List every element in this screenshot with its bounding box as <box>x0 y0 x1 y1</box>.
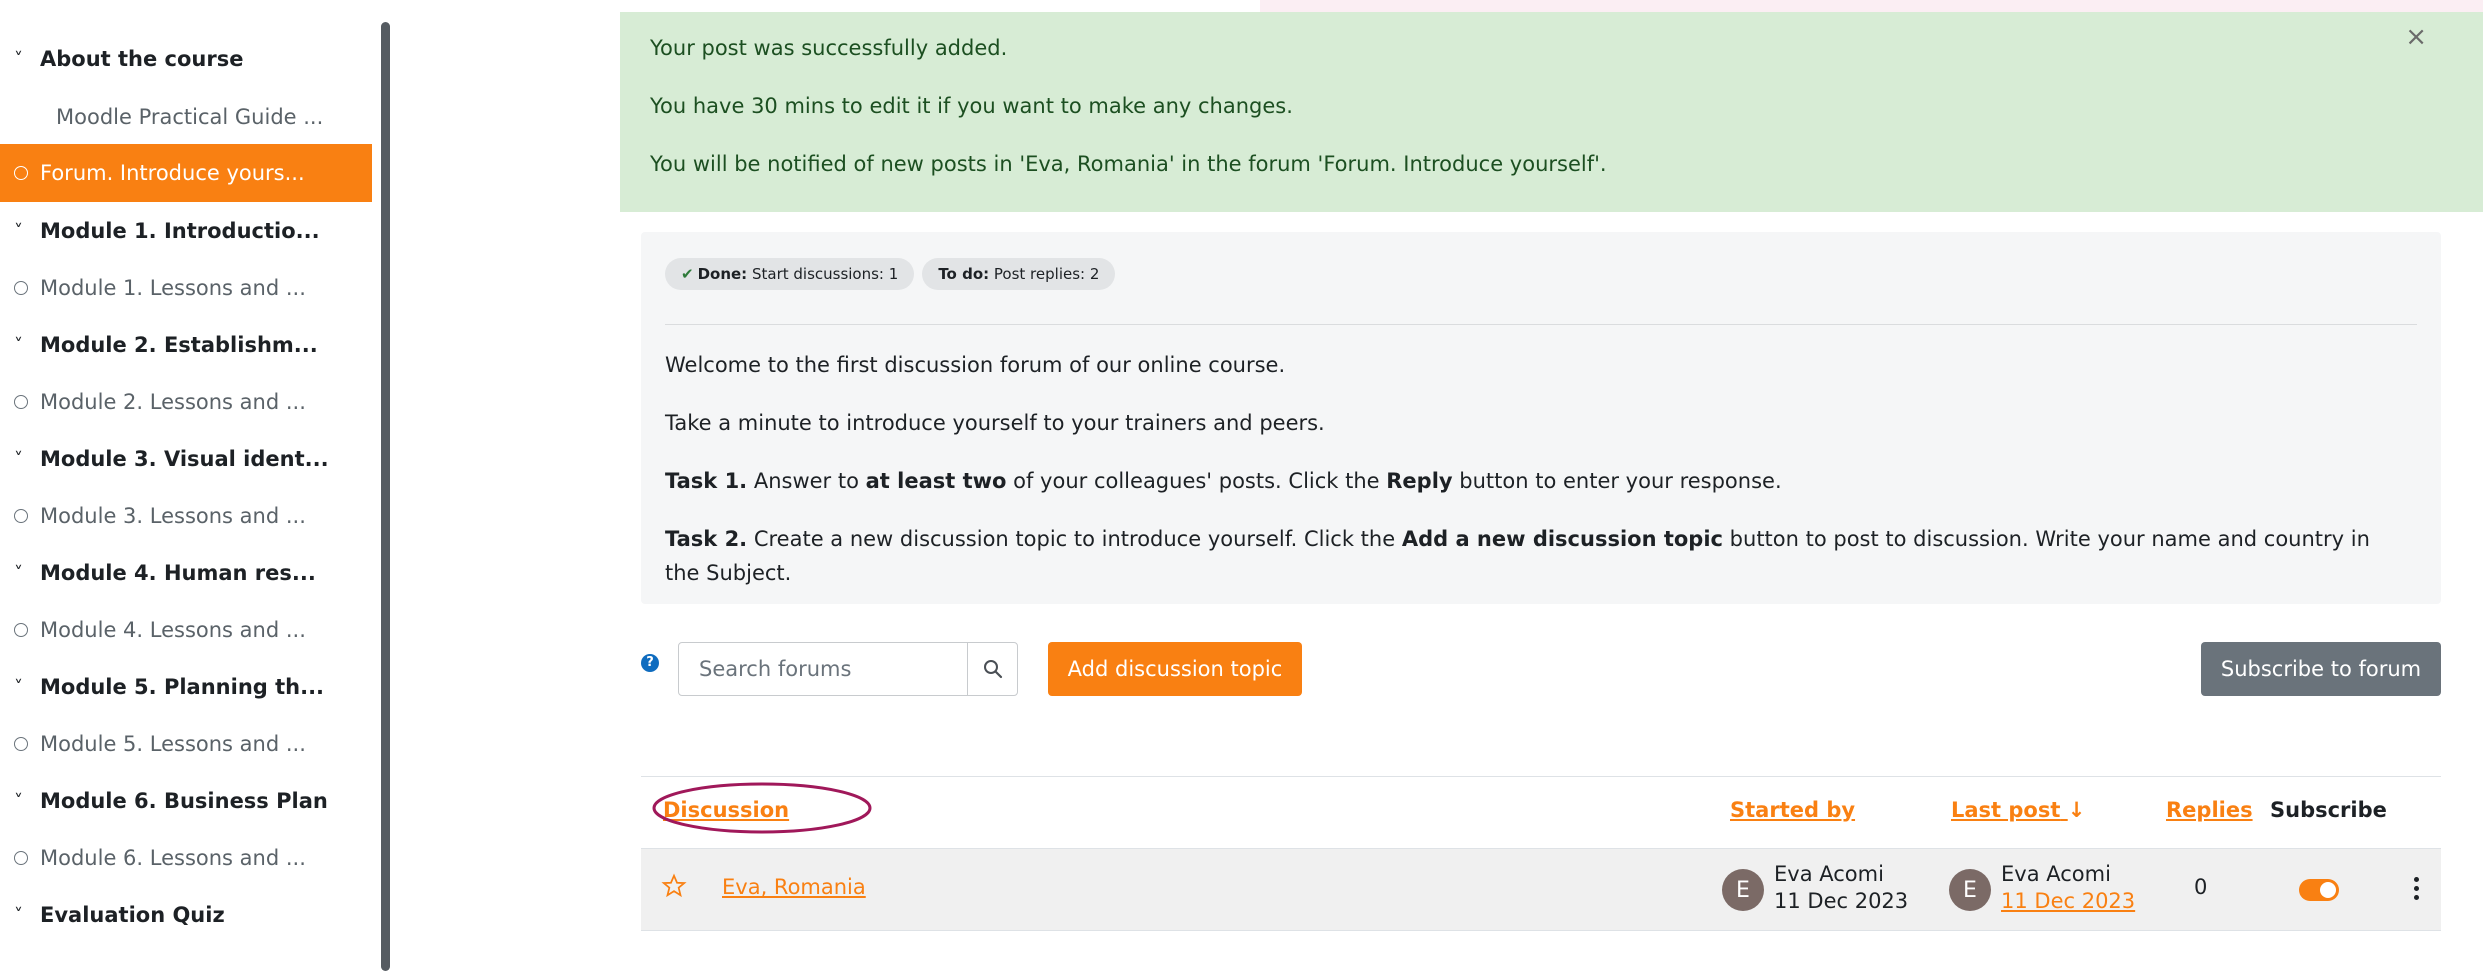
subscribe-to-forum-button[interactable]: Subscribe to forum <box>2201 642 2441 696</box>
avatar[interactable]: E <box>1722 869 1764 911</box>
more-actions-icon[interactable] <box>2411 873 2421 903</box>
circle-icon <box>14 737 28 751</box>
check-icon: ✔ <box>681 265 694 283</box>
table-divider <box>641 776 2441 777</box>
completion-badges: ✔ Done: Start discussions: 1 To do: Post … <box>665 258 1116 290</box>
sidebar-section-module-1[interactable]: ˅ Module 1. Introductio... <box>0 202 372 260</box>
sidebar-item-module-1-lessons[interactable]: Module 1. Lessons and ... <box>0 259 372 317</box>
chevron-down-icon: ˅ <box>14 790 23 812</box>
started-date: 11 Dec 2023 <box>1774 889 1909 913</box>
column-header-subscribe: Subscribe <box>2270 798 2387 822</box>
sidebar-section-module-2[interactable]: ˅ Module 2. Establishm... <box>0 316 372 374</box>
sidebar-item-module-3-lessons[interactable]: Module 3. Lessons and ... <box>0 487 372 545</box>
started-by-name: Eva Acomi <box>1774 862 1884 886</box>
sidebar-section-module-3[interactable]: ˅ Module 3. Visual ident... <box>0 430 372 488</box>
intro-welcome: Welcome to the first discussion forum of… <box>665 353 1286 377</box>
intro-take-minute: Take a minute to introduce yourself to y… <box>665 411 1325 435</box>
sidebar-item-module-2-lessons[interactable]: Module 2. Lessons and ... <box>0 373 372 431</box>
chevron-down-icon: ˅ <box>14 562 23 584</box>
search-input[interactable] <box>679 643 967 695</box>
help-icon[interactable]: ? <box>641 654 659 672</box>
last-post-name: Eva Acomi <box>2001 862 2111 886</box>
sidebar-section-evaluation-quiz[interactable]: ˅ Evaluation Quiz <box>0 886 372 944</box>
last-post-info: Eva Acomi 11 Dec 2023 <box>2001 861 2135 915</box>
course-index-sidebar: ˅ About the course Moodle Practical Guid… <box>0 0 390 971</box>
started-by-info: Eva Acomi 11 Dec 2023 <box>1774 861 1908 915</box>
background-decoration <box>1260 0 2483 12</box>
sidebar-item-moodle-guide[interactable]: Moodle Practical Guide ... <box>0 88 372 146</box>
circle-icon <box>14 509 28 523</box>
chevron-down-icon: ˅ <box>14 448 23 470</box>
circle-icon <box>14 623 28 637</box>
sidebar-item-module-5-lessons[interactable]: Module 5. Lessons and ... <box>0 715 372 773</box>
last-post-date-link[interactable]: 11 Dec 2023 <box>2001 888 2135 915</box>
toggle-knob <box>2320 882 2336 898</box>
alert-line-notify: You will be notified of new posts in 'Ev… <box>650 152 1607 176</box>
chevron-down-icon: ˅ <box>14 220 23 242</box>
column-header-replies[interactable]: Replies <box>2166 798 2253 822</box>
column-header-started-by[interactable]: Started by <box>1730 798 1855 822</box>
circle-icon <box>14 281 28 295</box>
sidebar-scrollbar[interactable] <box>381 22 390 971</box>
circle-icon <box>14 851 28 865</box>
search-forums-box <box>678 642 1018 696</box>
todo-badge: To do: Post replies: 2 <box>922 258 1116 290</box>
divider <box>665 324 2417 325</box>
chevron-down-icon: ˅ <box>14 676 23 698</box>
forum-intro: ✔ Done: Start discussions: 1 To do: Post … <box>641 232 2441 604</box>
sidebar-section-about[interactable]: ˅ About the course <box>0 30 372 88</box>
sort-arrow-icon: ↓ <box>2067 798 2086 822</box>
add-discussion-topic-button[interactable]: Add discussion topic <box>1048 642 1302 696</box>
circle-icon <box>14 395 28 409</box>
column-header-discussion[interactable]: Discussion <box>663 798 789 822</box>
intro-task-1: Task 1. Answer to at least two of your c… <box>665 469 1782 493</box>
sidebar-item-forum-introduce[interactable]: Forum. Introduce yours... <box>0 144 372 202</box>
chevron-down-icon: ˅ <box>14 904 23 926</box>
intro-task-2: Task 2. Create a new discussion topic to… <box>665 527 2370 585</box>
subscribe-toggle[interactable] <box>2299 879 2339 901</box>
sidebar-section-module-5[interactable]: ˅ Module 5. Planning th... <box>0 658 372 716</box>
sidebar-item-module-4-lessons[interactable]: Module 4. Lessons and ... <box>0 601 372 659</box>
chevron-down-icon: ˅ <box>14 334 23 356</box>
alert-line-success: Your post was successfully added. <box>650 36 1008 60</box>
replies-count: 0 <box>2194 875 2208 899</box>
star-icon[interactable] <box>661 873 687 899</box>
column-header-last-post[interactable]: Last post ↓ <box>1951 798 2085 822</box>
circle-icon <box>14 166 28 180</box>
sidebar-section-module-6[interactable]: ˅ Module 6. Business Plan <box>0 772 372 830</box>
discussion-link[interactable]: Eva, Romania <box>722 875 866 899</box>
done-badge: ✔ Done: Start discussions: 1 <box>665 258 915 290</box>
table-row: Eva, Romania E Eva Acomi 11 Dec 2023 E E… <box>641 848 2441 931</box>
avatar[interactable]: E <box>1949 869 1991 911</box>
search-icon <box>984 660 1003 679</box>
search-button[interactable] <box>967 643 1018 695</box>
alert-line-edit: You have 30 mins to edit it if you want … <box>650 94 1293 118</box>
sidebar-section-module-4[interactable]: ˅ Module 4. Human res... <box>0 544 372 602</box>
chevron-down-icon: ˅ <box>14 48 23 70</box>
success-alert: Your post was successfully added. You ha… <box>620 12 2483 212</box>
sidebar-item-module-6-lessons[interactable]: Module 6. Lessons and ... <box>0 829 372 887</box>
close-icon[interactable]: × <box>2405 22 2427 52</box>
